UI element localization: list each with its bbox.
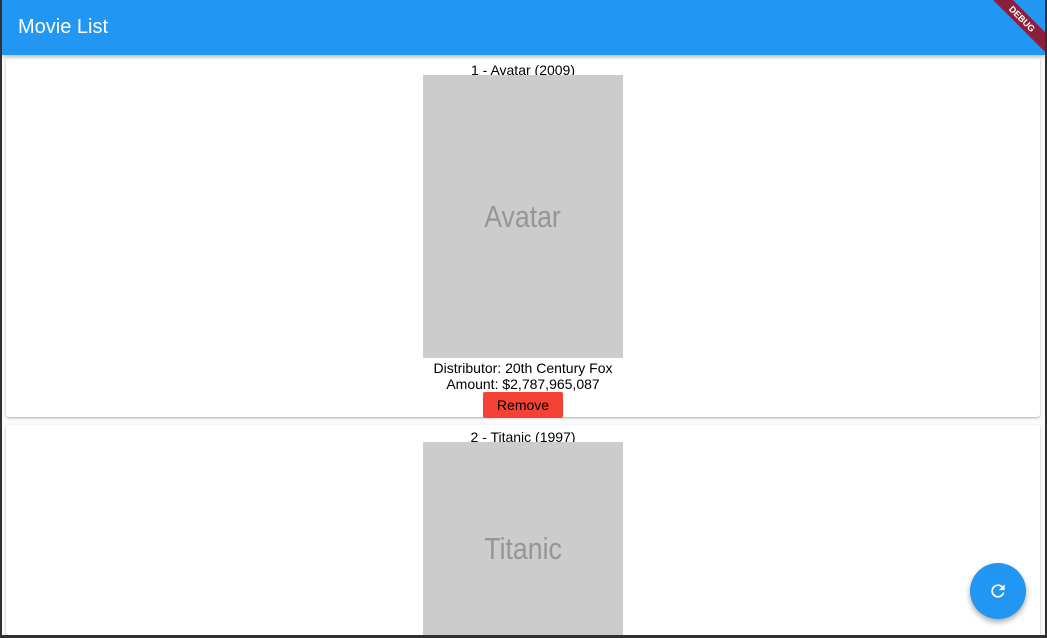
movie-list[interactable]: 1 - Avatar (2009) Avatar Distributor: 20…	[2, 55, 1045, 635]
movie-amount: Amount: $2,787,965,087	[446, 376, 600, 392]
debug-banner: DEBUG	[985, 0, 1045, 56]
movie-poster: Titanic	[423, 442, 623, 635]
refresh-button[interactable]	[970, 563, 1026, 619]
remove-button[interactable]: Remove	[483, 392, 563, 418]
app-bar: Movie List DEBUG	[2, 0, 1045, 56]
poster-text: Titanic	[484, 530, 562, 566]
movie-distributor: Distributor: 20th Century Fox	[433, 360, 613, 376]
refresh-icon	[991, 584, 1005, 598]
movie-card: 1 - Avatar (2009) Avatar Distributor: 20…	[6, 58, 1040, 418]
movie-card: 2 - Titanic (1997) Titanic	[6, 425, 1040, 635]
movie-poster: Avatar	[423, 75, 623, 358]
poster-text: Avatar	[484, 198, 562, 234]
app-title: Movie List	[18, 16, 109, 38]
app-window: Movie List DEBUG 1 - Avatar (2009) Avata…	[2, 0, 1045, 635]
